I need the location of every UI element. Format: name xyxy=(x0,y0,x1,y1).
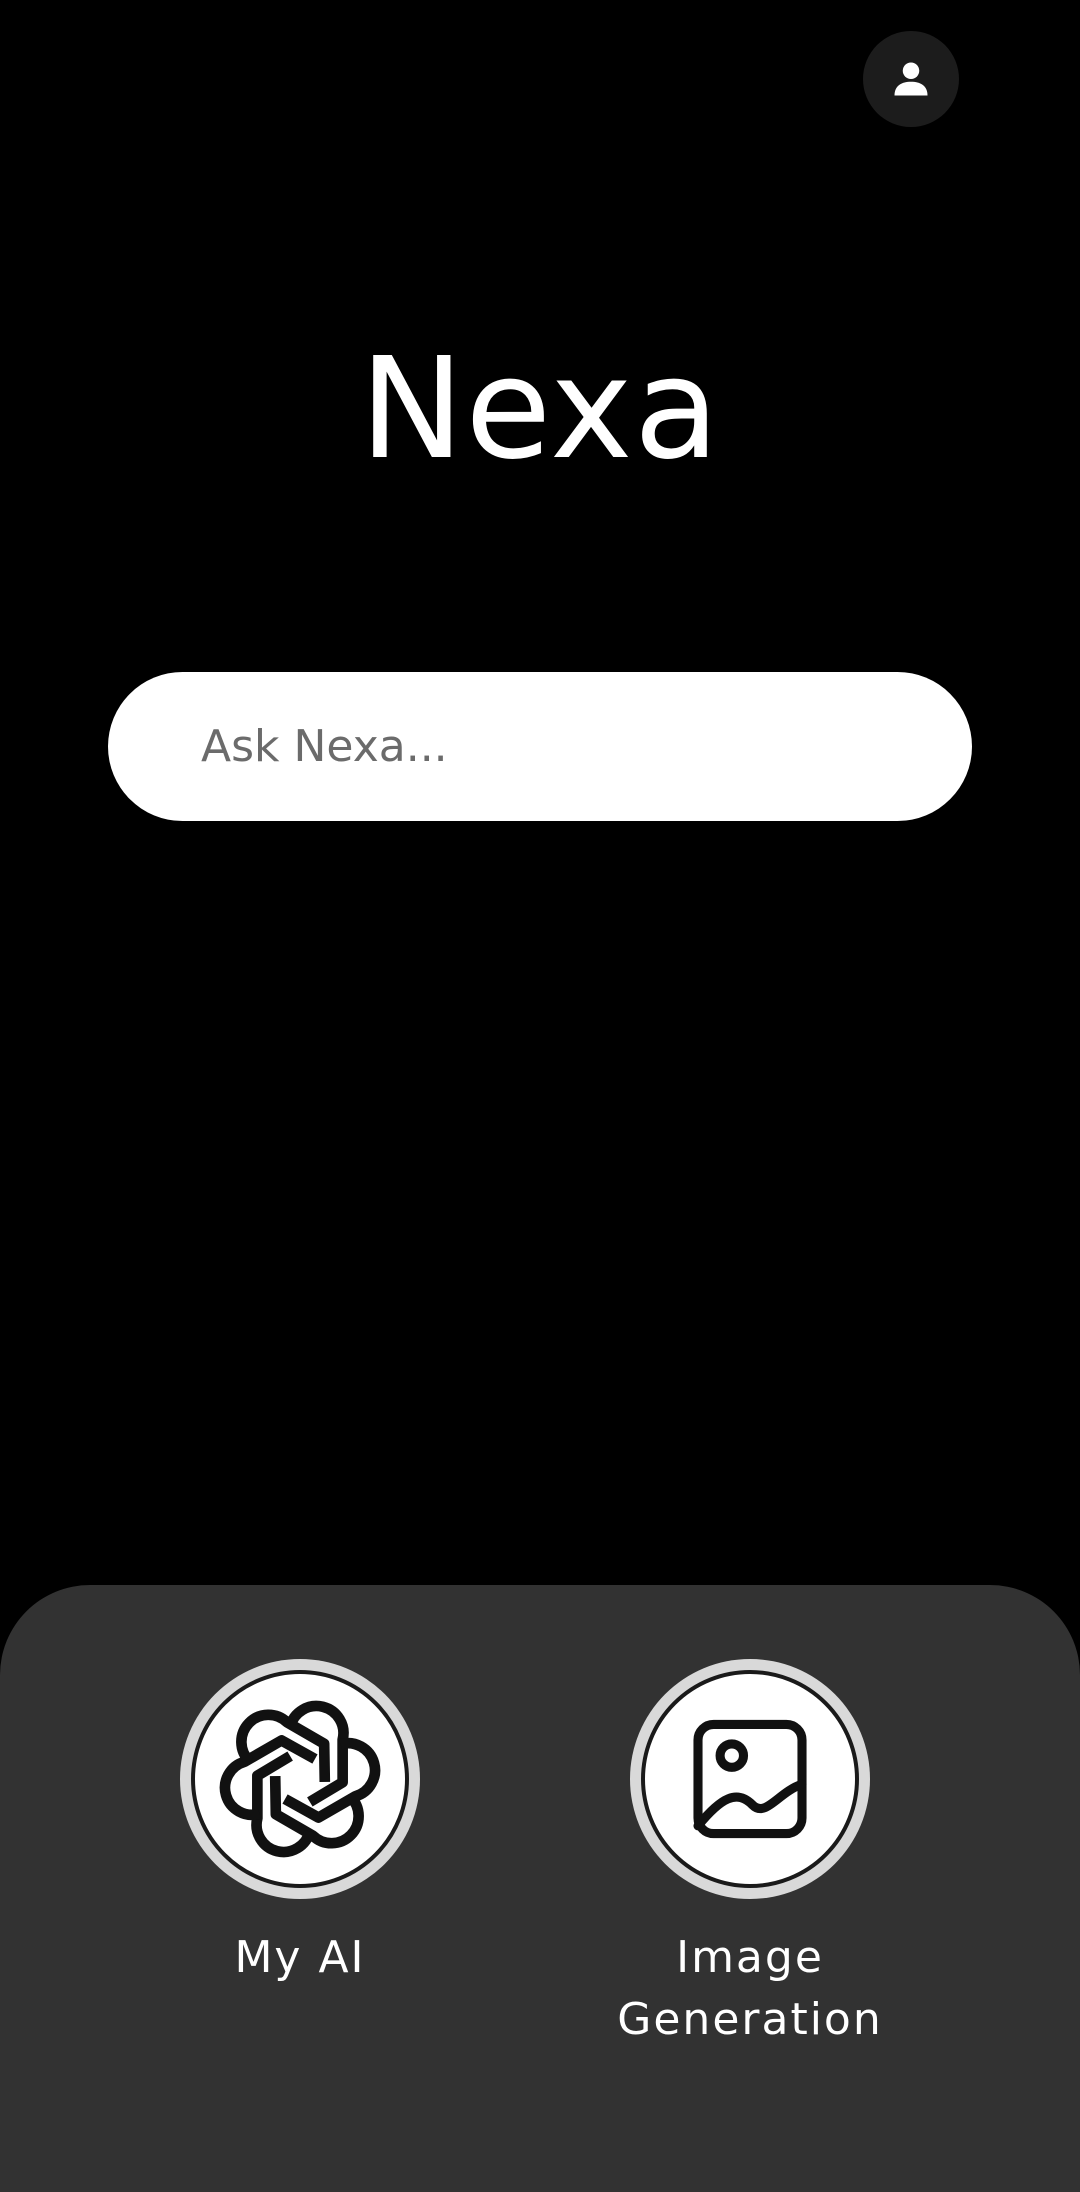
search-bar[interactable] xyxy=(108,672,972,821)
person-icon xyxy=(894,62,928,96)
openai-logo-icon xyxy=(219,1700,381,1858)
bottom-sheet: My AI Image Generation xyxy=(0,1585,1080,2192)
image-generation-button[interactable]: Image Generation xyxy=(590,1659,910,2051)
my-ai-icon-circle[interactable] xyxy=(180,1659,420,1899)
image-icon xyxy=(693,1719,807,1839)
image-generation-label: Image Generation xyxy=(617,1932,883,2045)
search-input[interactable] xyxy=(199,720,912,773)
my-ai-label: My AI xyxy=(234,1932,366,1983)
my-ai-button[interactable]: My AI xyxy=(140,1659,460,1989)
profile-button[interactable] xyxy=(863,31,959,127)
app-title: Nexa xyxy=(359,328,721,491)
image-generation-icon-circle[interactable] xyxy=(630,1659,870,1899)
